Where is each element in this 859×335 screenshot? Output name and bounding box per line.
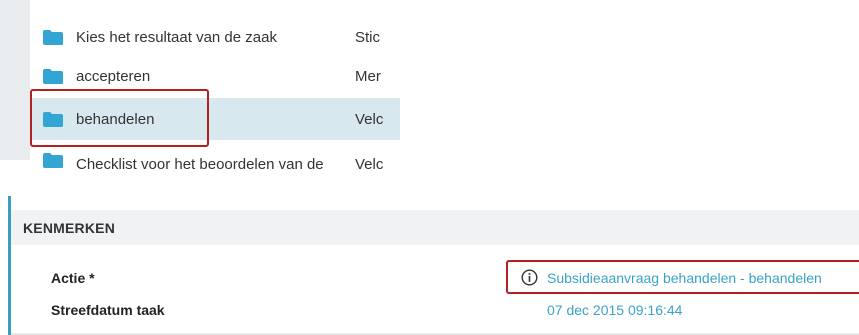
folder-icon	[43, 29, 63, 45]
kenmerken-title: KENMERKEN	[23, 219, 116, 236]
list-item[interactable]: Kies het resultaat van de zaak Stic	[30, 16, 400, 58]
folder-icon	[43, 68, 63, 84]
field-value-streefdatum: 07 dec 2015 09:16:44	[547, 302, 683, 318]
folder-icon	[43, 153, 63, 168]
list-item-column-2: Velc	[355, 110, 384, 128]
list-item-column-2: Velc	[355, 156, 384, 170]
selection-highlight-box	[30, 89, 209, 147]
list-item-name: Checklist voor het beoordelen van de	[76, 156, 324, 170]
field-label-streefdatum: Streefdatum taak	[51, 302, 165, 318]
list-item-name: Kies het resultaat van de zaak	[76, 28, 277, 46]
task-list: Kies het resultaat van de zaak Stic acce…	[0, 0, 400, 170]
list-item[interactable]: Checklist voor het beoordelen van de Vel…	[30, 150, 400, 170]
list-item-name: accepteren	[76, 67, 151, 85]
field-label-actie: Actie *	[51, 270, 95, 286]
list-gutter	[0, 0, 30, 160]
kenmerken-panel: KENMERKEN Actie * Subsidieaanvraag behan…	[8, 196, 859, 335]
list-item-column-2: Mer	[355, 67, 381, 85]
value-highlight-box	[506, 260, 859, 294]
kenmerken-header: KENMERKEN	[11, 210, 859, 245]
list-item-column-2: Stic	[355, 28, 381, 46]
